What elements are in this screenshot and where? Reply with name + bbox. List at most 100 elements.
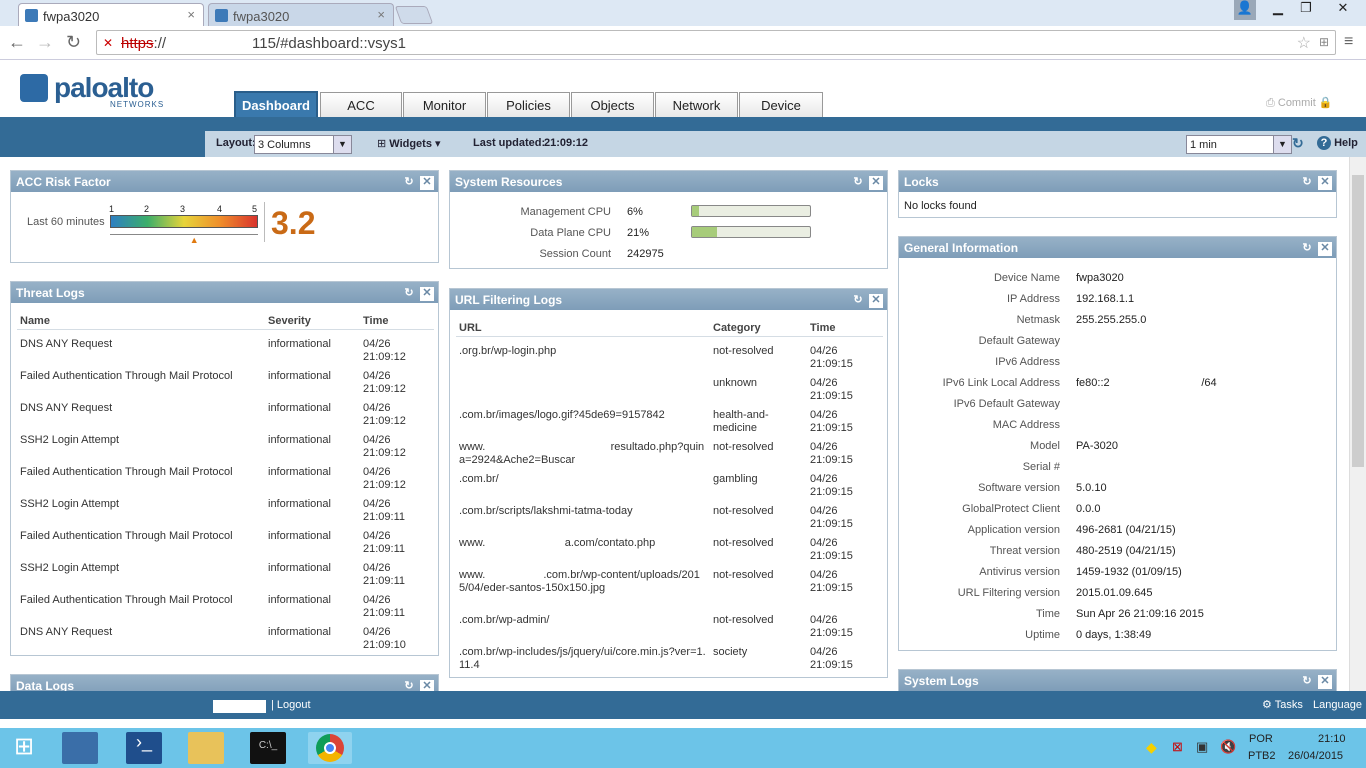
url-category: not-resolved <box>713 569 774 581</box>
refresh-icon[interactable]: ↻ <box>1300 176 1314 190</box>
close-window-button[interactable]: ✕ <box>1320 0 1366 20</box>
minimize-button[interactable]: ▁ <box>1264 0 1292 20</box>
bookmark-star-icon[interactable]: ☆ <box>1297 33 1311 53</box>
url-date: 04/26 <box>810 441 838 453</box>
tab-policies[interactable]: Policies <box>487 92 570 117</box>
file-explorer-icon[interactable] <box>188 732 224 764</box>
divider <box>264 202 265 242</box>
forward-icon[interactable]: → <box>36 32 54 53</box>
threat-date: 04/26 <box>363 370 391 382</box>
refresh-icon[interactable]: ↻ <box>1300 242 1314 256</box>
reload-icon[interactable]: ↻ <box>66 32 81 53</box>
powershell-icon[interactable]: ›_ <box>126 732 162 764</box>
tab-objects[interactable]: Objects <box>571 92 654 117</box>
threat-severity: informational <box>268 338 331 350</box>
close-icon[interactable]: ✕ <box>420 176 434 190</box>
info-label: Software version <box>978 482 1060 494</box>
keyboard-layout[interactable]: PTB2 <box>1248 750 1276 762</box>
server-manager-icon[interactable] <box>62 732 98 764</box>
menu-icon[interactable]: ≡ <box>1344 33 1353 51</box>
refresh-icon[interactable]: ↻ <box>402 176 416 190</box>
info-label: Netmask <box>1016 314 1060 326</box>
close-icon[interactable]: ✕ <box>869 294 883 308</box>
info-label: Application version <box>967 524 1060 536</box>
help-icon: ? <box>1317 136 1331 150</box>
restore-button[interactable]: ❐ <box>1292 0 1320 20</box>
locks-widget: Locks ↻ ✕ No locks found <box>898 170 1337 218</box>
divider <box>456 336 883 337</box>
browser-tab-bar: fwpa3020 × fwpa3020 × 👤 ▁ ❐ ✕ <box>0 0 1366 26</box>
network-icon[interactable]: ▣ <box>1196 739 1208 755</box>
url-time: 21:09:15 <box>810 454 853 466</box>
status-bar: | Logout ⚙ Tasks Language <box>0 691 1366 719</box>
network-error-icon[interactable]: ⊠ <box>1172 739 1183 755</box>
refresh-icon[interactable]: ↻ <box>402 287 416 301</box>
threat-date: 04/26 <box>363 434 391 446</box>
chrome-taskbar-item[interactable] <box>308 732 352 764</box>
url-date: 04/26 <box>810 646 838 658</box>
back-icon[interactable]: ← <box>8 32 26 53</box>
commit-button[interactable]: ⎙ Commit 🔒 <box>1266 96 1333 110</box>
vertical-scrollbar[interactable] <box>1349 157 1366 691</box>
widget-header: ACC Risk Factor ↻ ✕ <box>11 171 438 192</box>
widget-header: Threat Logs ↻ ✕ <box>11 282 438 303</box>
tasks-button[interactable]: ⚙ Tasks <box>1262 698 1303 711</box>
input-language[interactable]: POR <box>1249 733 1273 745</box>
refresh-icon[interactable]: ↻ <box>851 176 865 190</box>
tab-monitor[interactable]: Monitor <box>403 92 486 117</box>
info-label: Model <box>1030 440 1060 452</box>
info-value: 496-2681 (04/21/15) <box>1076 524 1176 536</box>
clock-date[interactable]: 26/04/2015 <box>1288 750 1343 762</box>
threat-name: Failed Authentication Through Mail Proto… <box>20 370 233 382</box>
clock-time[interactable]: 21:10 <box>1318 733 1346 745</box>
info-value: PA-3020 <box>1076 440 1118 452</box>
browser-tab-1[interactable]: fwpa3020 × <box>18 3 204 26</box>
help-button[interactable]: ? Help <box>1317 136 1358 150</box>
refresh-icon[interactable]: ↻ <box>1300 675 1314 689</box>
close-tab-icon[interactable]: × <box>377 7 385 22</box>
refresh-icon[interactable]: ↻ <box>1292 135 1304 152</box>
refresh-icon[interactable]: ↻ <box>851 294 865 308</box>
logout-link[interactable]: | Logout <box>271 699 311 711</box>
url-date: 04/26 <box>810 505 838 517</box>
volume-muted-icon[interactable]: 🔇 <box>1220 739 1236 755</box>
url-category: society <box>713 646 748 658</box>
language-button[interactable]: Language <box>1313 699 1362 711</box>
url-field[interactable]: ✕ https:// 115/#dashboard::vsys1 ☆ ⊞ <box>96 30 1336 55</box>
threat-name: Failed Authentication Through Mail Proto… <box>20 466 233 478</box>
url-value: www. .com.br/wp-content/uploads/2015/04/… <box>459 569 700 594</box>
info-label: IP Address <box>1007 293 1060 305</box>
layout-select[interactable]: 3 Columns ▼ <box>254 135 352 154</box>
warning-flag-icon[interactable]: ◆ <box>1146 739 1157 756</box>
threat-name: DNS ANY Request <box>20 338 113 350</box>
cmd-icon[interactable]: C:\_ <box>250 732 286 764</box>
info-label: MAC Address <box>992 419 1060 431</box>
close-icon[interactable]: ✕ <box>1318 176 1332 190</box>
info-label: Time <box>1035 608 1060 620</box>
tab-device[interactable]: Device <box>739 92 823 117</box>
threat-time: 21:09:10 <box>363 639 406 651</box>
chrome-icon-center <box>324 742 336 754</box>
data-plane-cpu-bar <box>691 226 811 238</box>
user-icon[interactable]: 👤 <box>1234 0 1256 20</box>
windows-start-icon[interactable]: ⊞ <box>6 732 42 764</box>
tab-dashboard[interactable]: Dashboard <box>234 91 318 117</box>
close-icon[interactable]: ✕ <box>869 176 883 190</box>
threat-name: DNS ANY Request <box>20 626 113 638</box>
acc-risk-widget: ACC Risk Factor ↻ ✕ Last 60 minutes 1 2 3… <box>10 170 439 263</box>
scroll-thumb[interactable] <box>1352 175 1364 467</box>
close-icon[interactable]: ✕ <box>1318 242 1332 256</box>
url-category: not-resolved <box>713 441 774 453</box>
tab-acc[interactable]: ACC <box>320 92 402 117</box>
refresh-interval-select[interactable]: 1 min ▼ <box>1186 135 1292 154</box>
url-value: .com.br/ <box>459 473 499 485</box>
threat-name: DNS ANY Request <box>20 402 113 414</box>
new-tab-button[interactable] <box>394 6 434 24</box>
tab-network[interactable]: Network <box>655 92 738 117</box>
close-tab-icon[interactable]: × <box>187 7 195 22</box>
close-icon[interactable]: ✕ <box>1318 675 1332 689</box>
widgets-menu[interactable]: ⊞ Widgets ▾ <box>377 137 441 150</box>
browser-tab-2[interactable]: fwpa3020 × <box>208 3 394 26</box>
extension-icon[interactable]: ⊞ <box>1319 35 1329 49</box>
close-icon[interactable]: ✕ <box>420 287 434 301</box>
